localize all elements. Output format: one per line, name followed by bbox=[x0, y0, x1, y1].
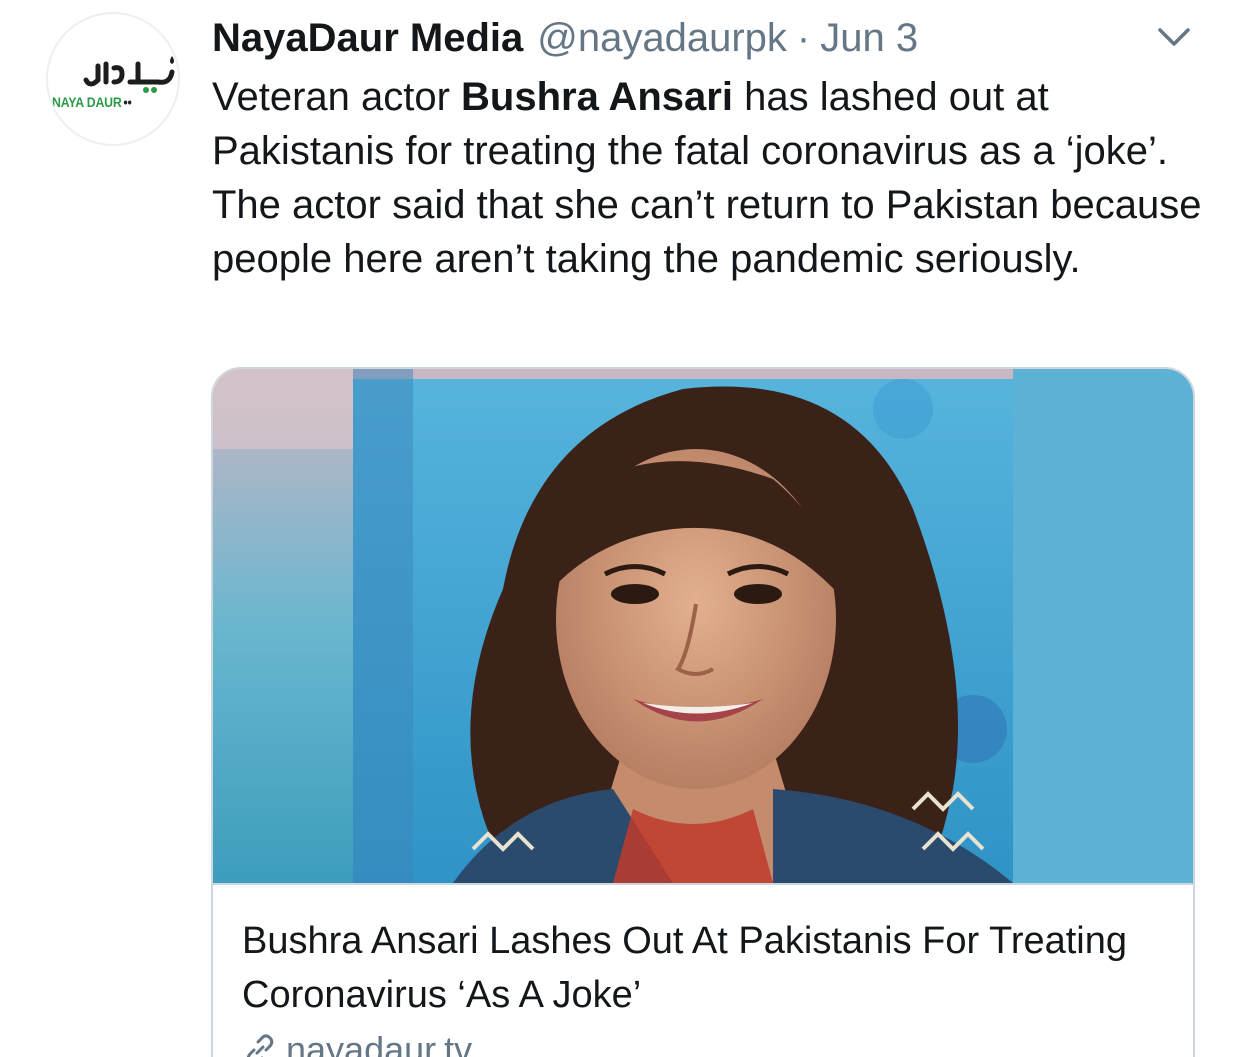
tweet: NAYA DAUR •• NayaDaur Media @nayadaurpk ·… bbox=[0, 0, 1242, 1057]
card-domain[interactable]: nayadaur.tv bbox=[242, 1030, 472, 1057]
tweet-text: Veteran actor Bushra Ansari has lashed o… bbox=[212, 70, 1212, 286]
tweet-header: NayaDaur Media @nayadaurpk · Jun 3 bbox=[212, 12, 918, 64]
card-title[interactable]: Bushra Ansari Lashes Out At Pakistanis F… bbox=[242, 914, 1162, 1022]
card-divider bbox=[213, 883, 1193, 885]
user-handle[interactable]: @nayadaurpk bbox=[537, 16, 787, 61]
link-preview-card[interactable]: Bushra Ansari Lashes Out At Pakistanis F… bbox=[211, 367, 1195, 1057]
link-icon bbox=[246, 1034, 274, 1057]
tweet-text-start: Veteran actor bbox=[212, 75, 462, 119]
chevron-down-icon[interactable] bbox=[1156, 22, 1192, 52]
avatar[interactable]: NAYA DAUR •• bbox=[46, 12, 180, 146]
display-name[interactable]: NayaDaur Media bbox=[212, 16, 523, 61]
tweet-date[interactable]: Jun 3 bbox=[820, 16, 918, 61]
tweet-text-bold: Bushra Ansari bbox=[461, 75, 733, 119]
avatar-urdu-logo bbox=[83, 56, 175, 93]
card-domain-text: nayadaur.tv bbox=[286, 1029, 473, 1057]
card-image bbox=[213, 369, 1193, 883]
header-separator: · bbox=[796, 15, 811, 60]
avatar-label: NAYA DAUR •• bbox=[52, 94, 132, 110]
